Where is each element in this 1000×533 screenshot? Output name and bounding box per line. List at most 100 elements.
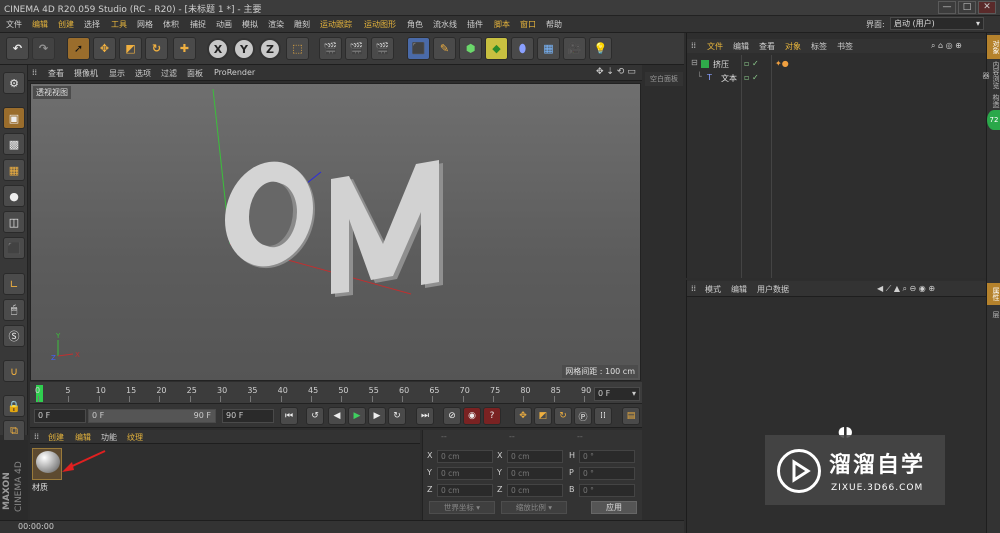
menu-window[interactable]: 窗口 <box>520 19 536 30</box>
apply-button[interactable]: 应用 <box>591 501 637 514</box>
deformer-button[interactable]: ⬮ <box>511 37 534 60</box>
minimize-button[interactable]: — <box>938 1 956 14</box>
viewport-menu-display[interactable]: 显示 <box>109 68 125 79</box>
coord-value-field[interactable]: 0 cm <box>507 467 563 480</box>
texture-mode-button[interactable]: ▩ <box>3 133 25 155</box>
model-mode-button[interactable]: ▣ <box>3 107 25 129</box>
y-axis-button[interactable]: Y <box>233 38 255 60</box>
material-menu-create[interactable]: 创建 <box>48 432 64 443</box>
object-menu-edit[interactable]: 编辑 <box>733 41 749 52</box>
viewport-menu-options[interactable]: 选项 <box>135 68 151 79</box>
visibility-check-icon[interactable]: ▫ ✓ <box>744 59 759 68</box>
object-menu-tags[interactable]: 标签 <box>811 41 827 52</box>
menu-mograph[interactable]: 运动图形 <box>364 19 396 30</box>
rotate-tool-button[interactable]: ↻ <box>145 37 168 60</box>
current-frame-field[interactable]: 0 F ▾ <box>594 387 640 401</box>
start-frame-field[interactable]: 0 F <box>34 409 86 423</box>
object-name-text[interactable]: 文本 <box>721 73 737 84</box>
menu-pipeline[interactable]: 流水线 <box>433 19 457 30</box>
points-mode-button[interactable]: ● <box>3 185 25 207</box>
planar-workplane-button[interactable]: ⧉ <box>3 420 25 442</box>
move-tool-button[interactable]: ✥ <box>93 37 116 60</box>
menu-snap[interactable]: 捕捉 <box>190 19 206 30</box>
viewport-menu-filter[interactable]: 过滤 <box>161 68 177 79</box>
cube-button[interactable]: ⬛ <box>407 37 430 60</box>
solo-button[interactable]: Ⓢ <box>3 325 25 347</box>
attribute-menu-mode[interactable]: 模式 <box>705 284 721 295</box>
tree-expand-icon[interactable]: ⊟ <box>691 58 698 67</box>
coord-value-field[interactable]: 0 cm <box>437 484 493 497</box>
menu-render[interactable]: 渲染 <box>268 19 284 30</box>
empty-panel-tab[interactable]: 空白面板 <box>645 72 683 86</box>
coord-value-field[interactable]: 0 ° <box>579 450 635 463</box>
menu-create[interactable]: 创建 <box>58 19 74 30</box>
array-button[interactable]: ◆ <box>485 37 508 60</box>
attribute-menu-icons[interactable]: ◀ ⟋ ▲ ⌕ ⊖ ◉ ⊕ <box>877 284 935 294</box>
object-menu-bookmarks[interactable]: 书签 <box>837 41 853 52</box>
key-position-button[interactable]: ✥ <box>514 407 532 425</box>
menu-file[interactable]: 文件 <box>6 19 22 30</box>
close-button[interactable]: ✕ <box>978 1 996 14</box>
previous-key-button[interactable]: ↺ <box>306 407 324 425</box>
polygons-mode-button[interactable]: ⬛ <box>3 237 25 259</box>
render-view-button[interactable]: 🎬 <box>319 37 342 60</box>
key-rotation-button[interactable]: ↻ <box>554 407 572 425</box>
snap-button[interactable]: ∪ <box>3 360 25 382</box>
menu-plugins[interactable]: 插件 <box>467 19 483 30</box>
play-button[interactable]: ▶ <box>348 407 366 425</box>
floor-button[interactable]: ▦ <box>537 37 560 60</box>
object-menu-file[interactable]: 文件 <box>707 41 723 52</box>
menu-mesh[interactable]: 网格 <box>137 19 153 30</box>
edges-mode-button[interactable]: ◫ <box>3 211 25 233</box>
motion-record-button[interactable]: ⊘ <box>443 407 461 425</box>
timeline-ruler[interactable]: 0 5 10 15 20 25 30 35 40 45 50 55 60 65 70 75 80 85 90 <box>30 382 642 404</box>
menu-help[interactable]: 帮助 <box>546 19 562 30</box>
go-to-end-button[interactable]: ⏭ <box>416 407 434 425</box>
make-editable-button[interactable]: ⚙ <box>3 72 25 94</box>
live-select-button[interactable]: ➚ <box>67 37 90 60</box>
menu-character[interactable]: 角色 <box>407 19 423 30</box>
workplane-button[interactable]: ▦ <box>3 159 25 181</box>
key-scale-button[interactable]: ◩ <box>534 407 552 425</box>
recent-tool-button[interactable]: ✚ <box>173 37 196 60</box>
key-parameter-button[interactable]: Ⓟ <box>574 407 592 425</box>
coordinate-system-button[interactable]: ⬚ <box>286 37 309 60</box>
visibility-check-icon[interactable]: ▫ ✓ <box>744 73 759 82</box>
timeline-window-button[interactable]: ▤ <box>622 407 640 425</box>
coord-value-field[interactable]: 0 ° <box>579 484 635 497</box>
camera-button[interactable]: 🎥 <box>563 37 586 60</box>
viewport-menu-view[interactable]: 查看 <box>48 68 64 79</box>
record-button[interactable]: ◉ <box>463 407 481 425</box>
tab-structure[interactable]: 构造 <box>987 93 1000 109</box>
world-coordinates-dropdown[interactable]: 世界坐标 ▾ <box>429 501 495 514</box>
render-picture-viewer-button[interactable]: 🎬 <box>345 37 368 60</box>
coord-value-field[interactable]: 0 cm <box>437 450 493 463</box>
material-menu-edit[interactable]: 编辑 <box>75 432 91 443</box>
coord-value-field[interactable]: 0 ° <box>579 467 635 480</box>
menu-edit[interactable]: 编辑 <box>32 19 48 30</box>
subdivision-button[interactable]: ⬢ <box>459 37 482 60</box>
menu-sculpt[interactable]: 雕刻 <box>294 19 310 30</box>
attribute-menu-edit[interactable]: 编辑 <box>731 284 747 295</box>
material-name[interactable]: 材质 <box>32 482 48 493</box>
redo-button[interactable]: ↷ <box>32 37 55 60</box>
object-menu-objects[interactable]: 对象 <box>785 41 801 52</box>
undo-button[interactable]: ↶ <box>6 37 29 60</box>
end-frame-field[interactable]: 90 F <box>222 409 274 423</box>
viewport-menu-panel[interactable]: 面板 <box>187 68 203 79</box>
key-pla-button[interactable]: ⁞⁞ <box>594 407 612 425</box>
viewport-menu-camera[interactable]: 摄像机 <box>74 68 98 79</box>
render-settings-button[interactable]: 🎬 <box>371 37 394 60</box>
menu-select[interactable]: 选择 <box>84 19 100 30</box>
coord-value-field[interactable]: 0 cm <box>437 467 493 480</box>
next-frame-button[interactable]: ▶ <box>368 407 386 425</box>
go-to-start-button[interactable]: ⏮ <box>280 407 298 425</box>
maximize-button[interactable]: □ <box>958 1 976 14</box>
lock-workplane-button[interactable]: 🔒 <box>3 395 25 417</box>
material-menu-function[interactable]: 功能 <box>101 432 117 443</box>
object-menu-icons[interactable]: ⌕ ⌂ ◎ ⊕ <box>931 41 962 51</box>
menu-tools[interactable]: 工具 <box>111 19 127 30</box>
menu-animate[interactable]: 动画 <box>216 19 232 30</box>
scale-tool-button[interactable]: ◩ <box>119 37 142 60</box>
menu-script[interactable]: 脚本 <box>494 19 510 30</box>
